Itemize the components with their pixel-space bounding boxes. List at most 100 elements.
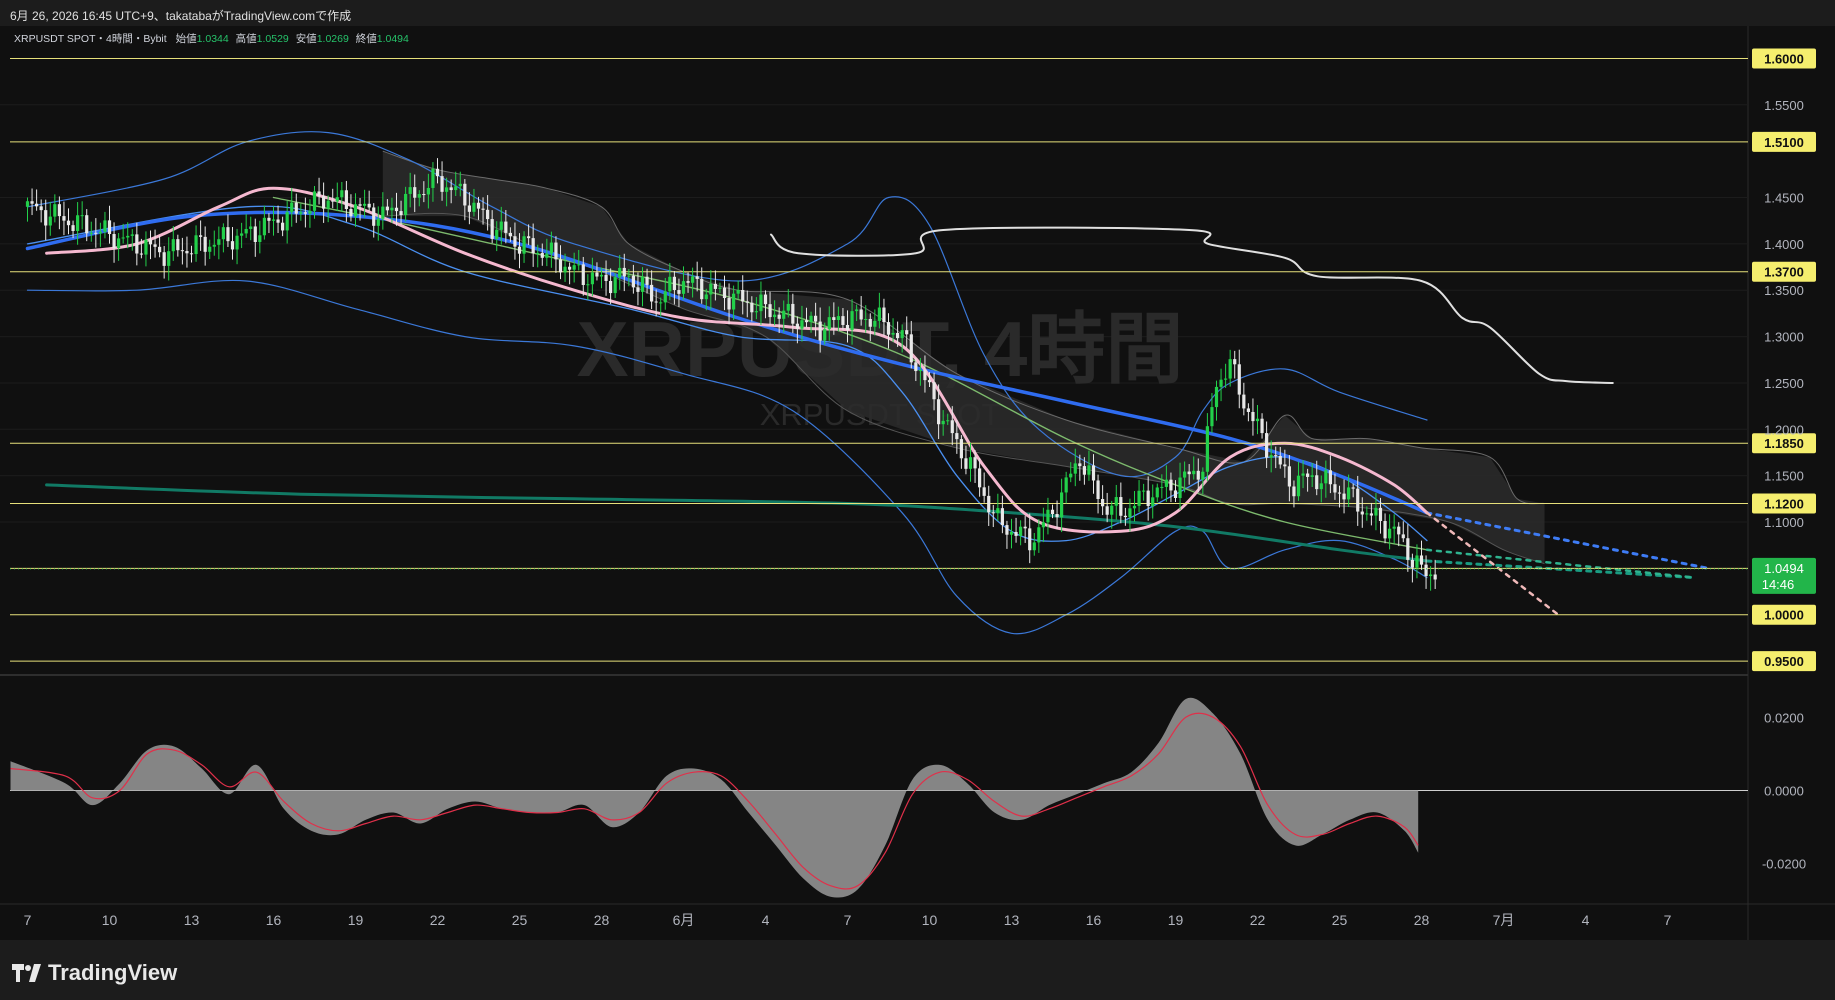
candle-body-21 — [121, 237, 125, 239]
candle-body-190 — [891, 332, 895, 335]
candle-body-243 — [1132, 505, 1137, 509]
candle-body-93 — [449, 187, 453, 191]
time-axis[interactable]: 7 10 13 16 19 22 25 28 6月 4 7 10 13 16 19 22 25 28 7月 4 7 — [24, 912, 1672, 928]
candle-body-236 — [1101, 499, 1105, 507]
candle-body-264 — [1228, 359, 1232, 379]
candle-body-183 — [859, 309, 863, 320]
candle-body-95 — [458, 183, 462, 187]
candle-body-284 — [1319, 483, 1323, 490]
candle-body-210 — [982, 487, 986, 496]
candle-body-160 — [754, 311, 758, 313]
candle-body-265 — [1233, 359, 1237, 365]
candle-body-115 — [549, 242, 553, 254]
symbol-info: XRPUSDT SPOT・4時間・Bybit — [14, 33, 167, 45]
time-label-18: 7月 — [1493, 912, 1515, 928]
candle-body-60 — [299, 212, 303, 214]
candle-body-36 — [189, 253, 194, 255]
candle-body-116 — [554, 242, 558, 260]
level-tag-text-1.6000: 1.6000 — [1764, 51, 1804, 66]
candle-body-123 — [586, 284, 590, 286]
candle-body-47 — [240, 233, 244, 236]
time-label-16: 25 — [1332, 912, 1348, 928]
candle-body-83 — [404, 193, 408, 216]
candle-body-305 — [1415, 555, 1419, 568]
candle-body-156 — [736, 290, 740, 294]
candle-body-14 — [89, 232, 93, 234]
candle-body-186 — [873, 320, 877, 327]
candle-body-67 — [331, 200, 335, 202]
candle-body-261 — [1214, 386, 1219, 408]
time-label-10: 7 — [844, 912, 852, 928]
candle-body-40 — [208, 246, 212, 252]
tradingview-logo[interactable]: TradingView — [12, 960, 177, 986]
candle-body-306 — [1419, 555, 1424, 565]
candle-body-61 — [303, 212, 307, 214]
candle-body-29 — [158, 246, 162, 253]
candle-body-281 — [1306, 473, 1310, 477]
candle-body-43 — [221, 227, 225, 240]
candle-body-286 — [1328, 470, 1332, 485]
candle-body-171 — [804, 320, 809, 323]
candle-body-256 — [1192, 470, 1196, 475]
time-label-1: 10 — [102, 912, 118, 928]
level-tag-text-1.1850: 1.1850 — [1764, 436, 1804, 451]
time-label-9: 4 — [762, 912, 770, 928]
candle-body-290 — [1347, 487, 1351, 500]
candle-body-15 — [94, 232, 98, 234]
level-tag-text-1.3700: 1.3700 — [1764, 265, 1804, 280]
candle-body-246 — [1146, 490, 1150, 506]
candle-body-5 — [48, 216, 52, 226]
candle-body-164 — [773, 314, 777, 318]
candle-body-86 — [417, 194, 421, 198]
candle-body-126 — [599, 274, 604, 277]
chart-canvas[interactable]: XRPUSDT, 4時間XRPUSDT SPOT 1.60001.51001.3… — [0, 26, 1835, 940]
candle-body-175 — [823, 329, 827, 341]
symbol-legend[interactable]: XRPUSDT SPOT・4時間・Bybit 始値1.0344 高値1.0529… — [14, 32, 409, 45]
candle-body-78 — [381, 206, 385, 219]
candle-body-239 — [1114, 497, 1118, 506]
candle-body-165 — [777, 314, 781, 319]
candle-body-120 — [572, 265, 576, 270]
candle-body-269 — [1251, 411, 1255, 422]
candle-body-294 — [1365, 513, 1369, 515]
time-label-2: 13 — [184, 912, 200, 928]
candle-body-20 — [117, 238, 121, 249]
candle-body-89 — [431, 168, 435, 188]
candle-body-216 — [1009, 531, 1014, 535]
tradingview-logo-icon — [12, 964, 41, 982]
candle-body-289 — [1342, 493, 1346, 500]
ohlc-close-label: 終値 — [356, 32, 377, 45]
candle-body-283 — [1315, 475, 1319, 490]
candle-body-32 — [171, 239, 175, 252]
candle-body-297 — [1378, 507, 1383, 521]
candle-body-219 — [1023, 526, 1027, 529]
candle-body-69 — [340, 190, 344, 198]
candle-body-277 — [1287, 466, 1291, 487]
candle-body-6 — [53, 204, 57, 217]
ohlc-high-value: 1.0529 — [257, 33, 289, 45]
candle-body-295 — [1369, 513, 1373, 516]
candle-body-241 — [1123, 515, 1127, 518]
candle-body-143 — [677, 290, 681, 294]
candle-body-226 — [1055, 514, 1059, 518]
time-label-13: 16 — [1086, 912, 1102, 928]
candle-body-110 — [527, 236, 531, 239]
candle-body-26 — [144, 239, 148, 255]
candle-body-194 — [909, 334, 913, 363]
candle-body-46 — [235, 235, 239, 250]
candle-body-23 — [130, 234, 134, 236]
candle-body-182 — [855, 309, 859, 312]
price-tick-1.3000: 1.3000 — [1764, 330, 1804, 345]
candle-body-87 — [422, 194, 426, 196]
candle-body-4 — [44, 210, 48, 226]
candle-body-54 — [271, 219, 276, 221]
candle-body-85 — [413, 187, 417, 198]
candle-body-185 — [868, 318, 872, 327]
candle-body-108 — [517, 246, 522, 254]
candle-body-128 — [609, 280, 613, 294]
candle-body-184 — [864, 318, 868, 320]
candle-body-308 — [1429, 574, 1433, 577]
ohlc-open-label: 始値 — [176, 32, 197, 45]
candle-body-220 — [1028, 528, 1032, 551]
snapshot-caption: 6月 26, 2026 16:45 UTC+9、takatabaがTrading… — [10, 9, 352, 23]
